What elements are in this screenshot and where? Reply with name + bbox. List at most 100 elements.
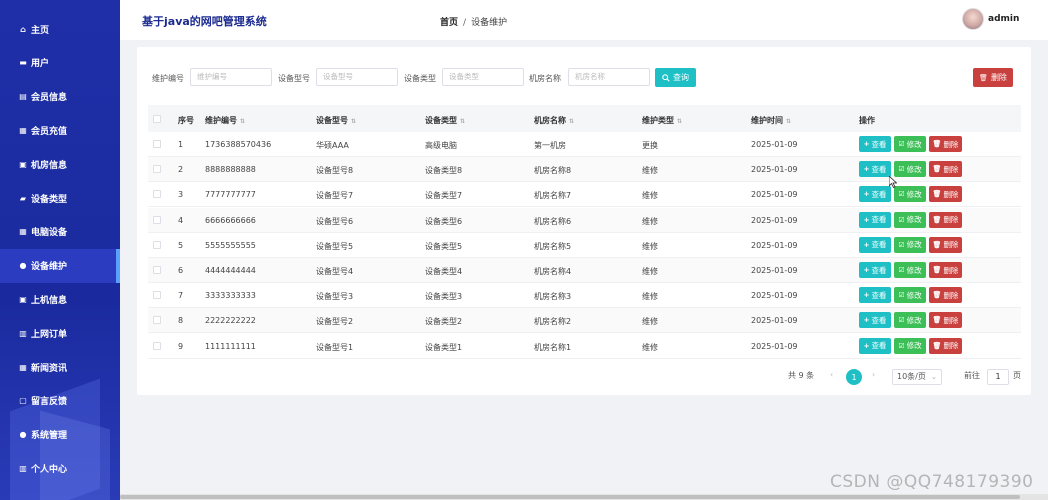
- scrollbar-thumb[interactable]: [120, 495, 1020, 499]
- edit-button[interactable]: ☑ 修改: [894, 161, 926, 178]
- column-header-type[interactable]: 设备类型 ⇅: [425, 115, 465, 126]
- table-row[interactable]: 1 1736388570436 华硕AAA 高级电脑 第一机房 更换 2025-01-09 +…: [148, 132, 1021, 157]
- table-row[interactable]: 7 3333333333 设备型号3 设备类型3 机房名称3 维修 2025-01-09 + 查…: [148, 283, 1021, 309]
- table-cell: 机房名称7: [534, 191, 572, 201]
- delete-button[interactable]: 🗑 删除: [929, 211, 962, 228]
- row-checkbox[interactable]: [153, 240, 161, 249]
- delete-button[interactable]: 🗑 删除: [929, 312, 962, 329]
- column-header-code[interactable]: 维护编号 ⇅: [205, 115, 245, 126]
- breadcrumb-home[interactable]: 首页: [440, 18, 458, 28]
- row-checkbox[interactable]: [153, 140, 161, 148]
- delete-button[interactable]: 🗑 删除: [929, 262, 962, 278]
- filter-input-room[interactable]: 机房名称: [568, 68, 650, 86]
- table-cell: 设备类型8: [425, 166, 463, 176]
- search-button[interactable]: 查询: [655, 68, 696, 87]
- delete-button[interactable]: 🗑 删除: [929, 236, 962, 253]
- row-checkbox[interactable]: [153, 291, 161, 300]
- page-size-select[interactable]: 10条/页 ⌄: [892, 369, 942, 385]
- view-button[interactable]: + 查看: [859, 136, 891, 152]
- sidebar-item[interactable]: ▣ 上机信息: [0, 282, 120, 316]
- view-button[interactable]: + 查看: [859, 211, 891, 228]
- sort-icon[interactable]: ⇅: [569, 118, 574, 125]
- avatar[interactable]: [962, 8, 984, 30]
- sidebar-item[interactable]: ● 系统管理: [0, 418, 120, 452]
- row-checkbox[interactable]: [153, 190, 161, 199]
- plus-icon: +: [863, 190, 870, 199]
- pagination-page-current[interactable]: 1: [846, 369, 862, 385]
- sort-icon[interactable]: ⇅: [460, 118, 465, 125]
- goto-page-input[interactable]: 1: [987, 369, 1009, 385]
- username[interactable]: admin: [988, 14, 1019, 24]
- table-cell: 6666666666: [205, 215, 256, 225]
- batch-delete-label: 删除: [990, 73, 1007, 82]
- sidebar-item[interactable]: ▤ 会员信息: [0, 80, 120, 114]
- delete-button[interactable]: 🗑 删除: [929, 136, 962, 152]
- view-button[interactable]: + 查看: [859, 262, 891, 278]
- table-row[interactable]: 4 6666666666 设备型号6 设备类型6 机房名称6 维修 2025-01-09 + 查…: [148, 207, 1021, 233]
- sidebar-item[interactable]: ⌂ 主页: [0, 12, 120, 46]
- view-button[interactable]: + 查看: [859, 161, 891, 178]
- filter-input-code[interactable]: 维护编号: [190, 68, 272, 86]
- sidebar-item[interactable]: ▦ 新闻资讯: [0, 350, 120, 384]
- view-button[interactable]: + 查看: [859, 312, 891, 329]
- view-button[interactable]: + 查看: [859, 337, 891, 354]
- edit-button[interactable]: ☑ 修改: [894, 312, 926, 329]
- batch-delete-button[interactable]: 🗑 删除: [973, 68, 1013, 87]
- horizontal-scrollbar[interactable]: [120, 494, 1048, 500]
- row-checkbox[interactable]: [153, 266, 161, 274]
- sidebar-item[interactable]: ▦ 电脑设备: [0, 215, 120, 249]
- view-button[interactable]: + 查看: [859, 236, 891, 253]
- delete-button[interactable]: 🗑 删除: [929, 337, 962, 354]
- filter-input-type[interactable]: 设备类型: [442, 68, 524, 86]
- table-row[interactable]: 6 4444444444 设备型号4 设备类型4 机房名称4 维修 2025-01-09 + 查…: [148, 258, 1021, 283]
- filter-input-model[interactable]: 设备型号: [316, 68, 398, 86]
- breadcrumb: 首页 / 设备维护: [440, 15, 507, 28]
- sidebar-item[interactable]: ▬ 用户: [0, 46, 120, 80]
- sidebar-item[interactable]: ● 设备维护: [0, 248, 120, 283]
- sidebar-item[interactable]: ▦ 会员充值: [0, 113, 120, 147]
- row-checkbox[interactable]: [153, 165, 161, 174]
- view-button[interactable]: + 查看: [859, 287, 891, 304]
- row-checkbox[interactable]: [153, 341, 161, 350]
- sort-icon[interactable]: ⇅: [786, 118, 791, 125]
- column-header-mtype[interactable]: 维护类型 ⇅: [642, 115, 682, 126]
- edit-button-label: 修改: [906, 341, 922, 351]
- delete-button[interactable]: 🗑 删除: [929, 186, 962, 203]
- edit-button[interactable]: ☑ 修改: [894, 136, 926, 152]
- sort-icon[interactable]: ⇅: [240, 118, 245, 125]
- sidebar-item[interactable]: ▰ 设备类型: [0, 181, 120, 215]
- person-icon: ●: [19, 261, 27, 271]
- briefcase-icon: ▰: [19, 193, 27, 203]
- table-row[interactable]: 8 2222222222 设备型号2 设备类型2 机房名称2 维修 2025-01-09 + 查…: [148, 308, 1021, 334]
- row-checkbox[interactable]: [153, 215, 161, 224]
- select-all-checkbox[interactable]: [153, 115, 161, 123]
- sort-icon[interactable]: ⇅: [677, 118, 682, 125]
- table-cell: 2025-01-09: [751, 341, 798, 351]
- trash-icon: 🗑: [932, 266, 942, 274]
- edit-button[interactable]: ☑ 修改: [894, 287, 926, 304]
- column-header-model[interactable]: 设备型号 ⇅: [316, 115, 356, 126]
- prev-page-icon[interactable]: ‹: [830, 370, 833, 379]
- edit-button[interactable]: ☑ 修改: [894, 186, 926, 203]
- sidebar-item[interactable]: ▥ 个人中心: [0, 451, 120, 485]
- edit-button[interactable]: ☑ 修改: [894, 262, 926, 278]
- sort-icon[interactable]: ⇅: [351, 118, 356, 125]
- edit-button[interactable]: ☑ 修改: [894, 337, 926, 354]
- view-button-label: 查看: [871, 265, 887, 275]
- next-page-icon[interactable]: ›: [872, 370, 875, 379]
- delete-button-label: 删除: [943, 290, 959, 300]
- table-row[interactable]: 5 5555555555 设备型号5 设备类型5 机房名称5 维修 2025-01-09 + 查…: [148, 232, 1021, 258]
- edit-icon: ☑: [898, 266, 905, 274]
- column-header-room[interactable]: 机房名称 ⇅: [534, 115, 574, 126]
- delete-button[interactable]: 🗑 删除: [929, 287, 962, 304]
- edit-button[interactable]: ☑ 修改: [894, 236, 926, 253]
- view-button[interactable]: + 查看: [859, 186, 891, 203]
- edit-button[interactable]: ☑ 修改: [894, 211, 926, 228]
- delete-button[interactable]: 🗑 删除: [929, 161, 962, 178]
- sidebar-item[interactable]: ▣ 机房信息: [0, 147, 120, 181]
- column-header-date[interactable]: 维护时间 ⇅: [751, 115, 791, 126]
- sidebar-item[interactable]: ▥ 上网订单: [0, 316, 120, 350]
- row-checkbox[interactable]: [153, 316, 161, 325]
- table-row[interactable]: 9 1111111111 设备型号1 设备类型1 机房名称1 维修 2025-01-09 + 查…: [148, 333, 1021, 359]
- sidebar-item[interactable]: ▢ 留言反馈: [0, 384, 120, 418]
